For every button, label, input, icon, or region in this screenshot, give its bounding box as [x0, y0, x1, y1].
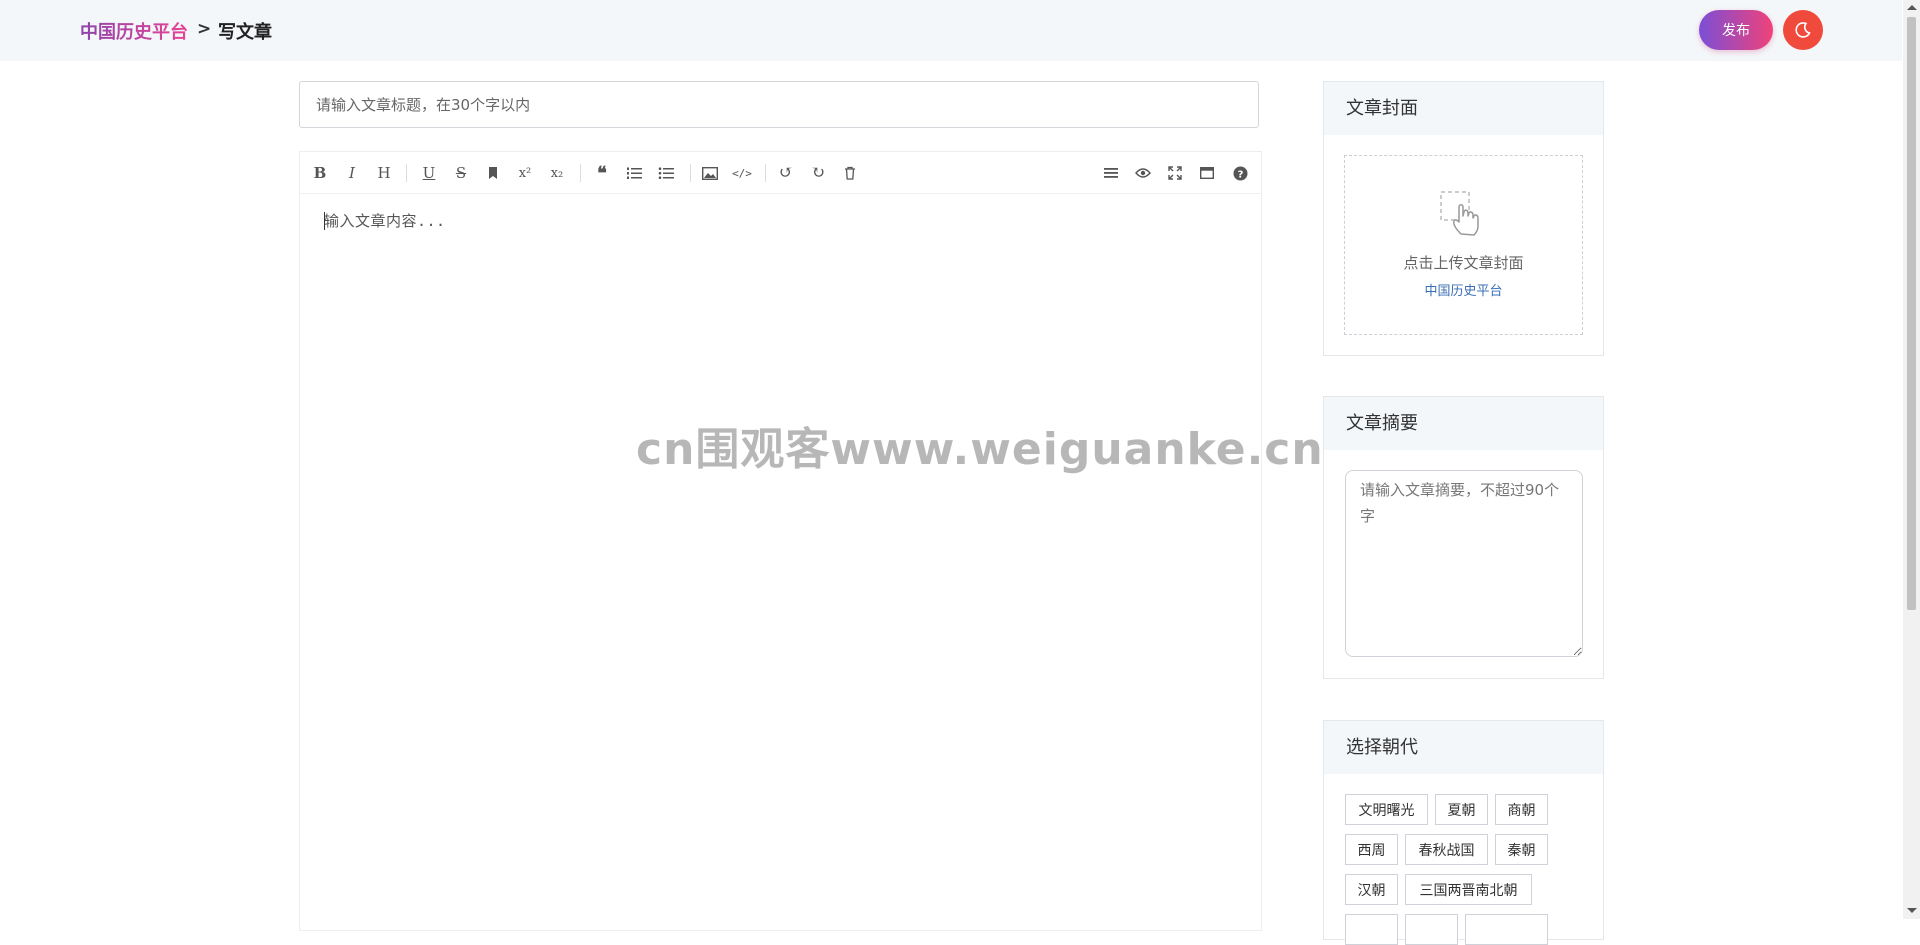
scroll-up-arrow-icon[interactable] [1907, 5, 1917, 10]
page-title: 写文章 [218, 22, 272, 43]
dynasty-tag[interactable]: 汉朝 [1345, 874, 1398, 905]
brand-logo-link[interactable]: 中国历史平台 [80, 18, 188, 44]
dynasty-tag[interactable]: 商朝 [1495, 794, 1548, 825]
underline-icon[interactable]: U [418, 162, 440, 184]
cover-upload-text: 点击上传文章封面 [1403, 254, 1524, 272]
summary-card: 文章摘要 [1323, 396, 1604, 679]
toolbar-divider [765, 164, 766, 182]
moon-icon [1795, 22, 1811, 38]
bold-icon[interactable]: B [309, 162, 331, 184]
top-bar: 中国历史平台 > 写文章 发布 [0, 0, 1902, 61]
theme-toggle-button[interactable] [1783, 10, 1823, 50]
scrollbar-thumb[interactable] [1907, 17, 1916, 610]
dynasty-card-title: 选择朝代 [1324, 721, 1603, 774]
page-scrollbar[interactable] [1903, 0, 1920, 919]
toolbar-divider [406, 164, 407, 182]
italic-icon[interactable]: I [341, 162, 363, 184]
dynasty-card: 选择朝代 文明曙光 夏朝 商朝 西周 春秋战国 秦朝 汉朝 三国两晋南北朝 [1323, 720, 1604, 945]
heading-icon[interactable]: H [373, 162, 395, 184]
strikethrough-icon[interactable]: S [450, 162, 472, 184]
editor-content-area[interactable]: 输入文章内容... [324, 210, 446, 231]
dynasty-tag[interactable]: 文明曙光 [1345, 794, 1428, 825]
article-title-input[interactable] [299, 81, 1259, 128]
markdown-editor: B I H U S x² x₂ ❝ </> ↺ ↻ ? 输入文章内容... [299, 151, 1262, 931]
cover-upload-area[interactable]: 点击上传文章封面 中国历史平台 [1344, 155, 1583, 335]
toolbar-divider [690, 164, 691, 182]
trash-icon[interactable] [839, 162, 861, 184]
toolbar-divider [580, 164, 581, 182]
quote-icon[interactable]: ❝ [591, 162, 613, 184]
scroll-down-arrow-icon[interactable] [1907, 908, 1917, 913]
code-icon[interactable]: </> [731, 162, 753, 184]
bookmark-icon[interactable] [482, 162, 504, 184]
cover-card: 文章封面 点击上传文章封面 中国历史平台 [1323, 81, 1604, 356]
summary-card-title: 文章摘要 [1324, 397, 1603, 450]
fullscreen-icon[interactable] [1164, 162, 1186, 184]
editor-toolbar: B I H U S x² x₂ ❝ </> ↺ ↻ ? [300, 152, 1261, 194]
watermark-text: cn围观客www.weiguanke.cn [636, 424, 1324, 475]
redo-icon[interactable]: ↻ [807, 162, 829, 184]
menu-icon[interactable] [1100, 162, 1122, 184]
subscript-icon[interactable]: x₂ [546, 162, 568, 184]
breadcrumb-separator: > [197, 19, 212, 39]
dynasty-tag[interactable]: 三国两晋南北朝 [1405, 874, 1532, 905]
image-icon[interactable] [699, 162, 721, 184]
unordered-list-icon[interactable] [655, 162, 677, 184]
window-icon[interactable] [1196, 162, 1218, 184]
dynasty-tag[interactable]: 西周 [1345, 834, 1398, 865]
superscript-icon[interactable]: x² [514, 162, 536, 184]
help-icon[interactable]: ? [1229, 162, 1251, 184]
dynasty-tag[interactable]: 秦朝 [1495, 834, 1548, 865]
cover-card-title: 文章封面 [1324, 82, 1603, 135]
dynasty-tag[interactable]: 夏朝 [1435, 794, 1488, 825]
publish-button[interactable]: 发布 [1699, 10, 1773, 50]
summary-textarea[interactable] [1345, 470, 1583, 657]
ordered-list-icon[interactable] [623, 162, 645, 184]
dynasty-tag[interactable]: 春秋战国 [1405, 834, 1488, 865]
preview-eye-icon[interactable] [1132, 162, 1154, 184]
undo-icon[interactable]: ↺ [775, 162, 797, 184]
svg-text:?: ? [1237, 169, 1243, 180]
upload-hand-icon [1440, 191, 1479, 236]
cover-upload-subtext: 中国历史平台 [1424, 284, 1503, 299]
